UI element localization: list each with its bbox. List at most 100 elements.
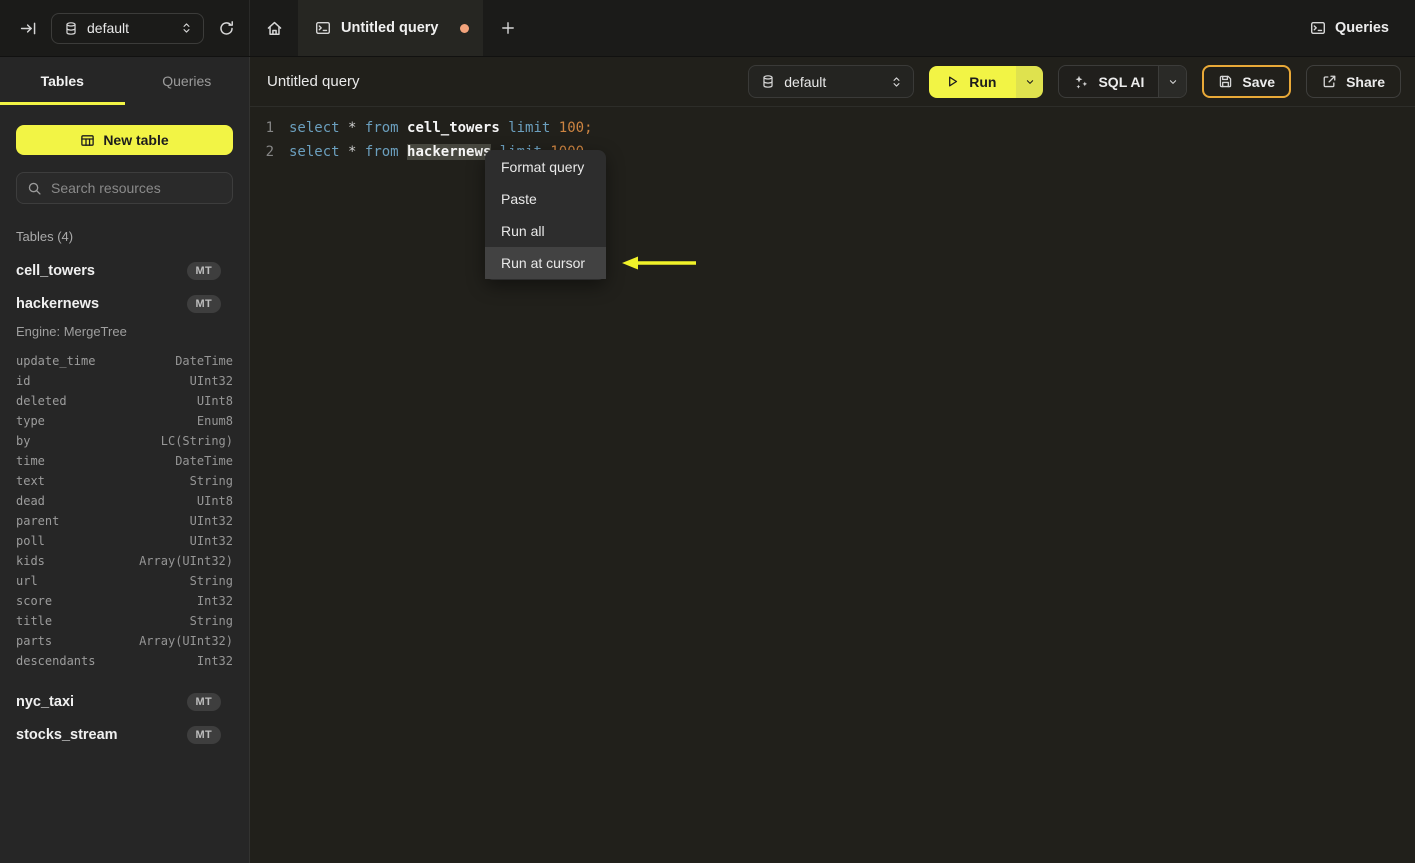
queries-button[interactable]: Queries xyxy=(1310,0,1415,56)
save-icon xyxy=(1218,74,1233,89)
table-grid-icon xyxy=(80,133,95,148)
run-button[interactable]: Run xyxy=(929,65,1017,98)
column-list: update_time DateTime id UInt32 deleted U… xyxy=(16,351,233,671)
line-number: 1 xyxy=(265,120,274,136)
share-icon xyxy=(1322,74,1337,89)
home-icon xyxy=(266,20,283,37)
plus-icon xyxy=(500,20,516,36)
engine-detail: Engine: MergeTree xyxy=(16,324,127,339)
column-type: Array(UInt32) xyxy=(139,634,233,648)
table-row-hackernews[interactable]: hackernews MT xyxy=(16,287,233,320)
context-menu-item-label: Format query xyxy=(501,159,585,175)
column-type: Int32 xyxy=(196,594,233,608)
column-type: UInt8 xyxy=(196,394,233,408)
table-name: stocks_stream xyxy=(16,726,118,743)
run-button-label: Run xyxy=(969,73,997,90)
sql-ai-options-caret[interactable] xyxy=(1158,66,1187,97)
code-token: limit xyxy=(508,120,551,136)
column-type: UInt32 xyxy=(189,374,233,388)
column-name: id xyxy=(16,374,31,388)
chevron-down-icon xyxy=(1024,76,1036,88)
context-menu-item-label: Run at cursor xyxy=(501,255,586,271)
code-token: 100; xyxy=(558,120,593,136)
collapse-sidebar-icon[interactable] xyxy=(20,20,37,37)
sql-editor[interactable]: 1 select * from cell_towers limit 100; 2… xyxy=(250,107,1415,164)
column-type: String xyxy=(189,614,233,628)
column-row: deleted UInt8 xyxy=(16,391,233,411)
column-name: dead xyxy=(16,494,45,508)
column-row: title String xyxy=(16,611,233,631)
sql-ai-button[interactable]: SQL AI xyxy=(1059,66,1158,97)
context-menu-item[interactable]: Format query xyxy=(485,151,606,183)
context-menu-item-label: Run all xyxy=(501,223,545,239)
search-icon xyxy=(27,181,42,196)
column-name: title xyxy=(16,614,53,628)
column-row: descendants Int32 xyxy=(16,651,233,671)
column-name: update_time xyxy=(16,354,96,368)
code-token: from xyxy=(364,144,399,160)
column-name: time xyxy=(16,454,45,468)
database-icon xyxy=(761,74,775,89)
engine-badge: MT xyxy=(186,692,221,711)
code-text: select * from cell_towers limit 100; xyxy=(274,116,593,140)
column-name: by xyxy=(16,434,31,448)
column-type: UInt32 xyxy=(189,534,233,548)
column-row: id UInt32 xyxy=(16,371,233,391)
sidebar-tab-queries[interactable]: Queries xyxy=(125,57,250,105)
engine-badge: MT xyxy=(186,261,221,280)
line-number: 2 xyxy=(265,144,274,160)
sidebar-body: New table Tables (4) cell_towers MT hack… xyxy=(0,105,249,751)
column-name: text xyxy=(16,474,45,488)
editor-header: Untitled query default Run SQL AI Save S… xyxy=(250,57,1415,107)
code-token: select xyxy=(289,144,340,160)
refresh-icon[interactable] xyxy=(218,20,235,37)
tab-untitled-query[interactable]: Untitled query xyxy=(298,0,484,56)
sparkles-icon xyxy=(1073,74,1089,90)
context-menu-item[interactable]: Run at cursor xyxy=(485,247,606,279)
terminal-icon xyxy=(315,20,331,36)
new-tab-button[interactable] xyxy=(484,0,531,56)
code-token: hackernews xyxy=(407,144,492,160)
sidebar-tab-queries-label: Queries xyxy=(162,73,212,89)
table-name: cell_towers xyxy=(16,262,95,279)
tab-strip: Untitled query xyxy=(250,0,1310,56)
new-table-button[interactable]: New table xyxy=(16,125,233,155)
column-row: poll UInt32 xyxy=(16,531,233,551)
editor-database-selector-value: default xyxy=(784,73,827,90)
column-name: type xyxy=(16,414,45,428)
table-row-stocks-stream[interactable]: stocks_stream MT xyxy=(16,718,233,751)
search-input[interactable] xyxy=(51,180,222,196)
share-button[interactable]: Share xyxy=(1306,65,1401,98)
column-name: url xyxy=(16,574,38,588)
column-name: kids xyxy=(16,554,45,568)
database-selector-value: default xyxy=(87,20,130,36)
database-selector[interactable]: default xyxy=(51,12,204,44)
code-token: cell_towers xyxy=(407,120,500,136)
context-menu-item[interactable]: Paste xyxy=(485,183,606,215)
table-row-nyc-taxi[interactable]: nyc_taxi MT xyxy=(16,685,233,718)
topbar-left: default xyxy=(0,0,250,56)
code-token: from xyxy=(364,120,399,136)
column-row: url String xyxy=(16,571,233,591)
sidebar-tab-tables[interactable]: Tables xyxy=(0,57,125,105)
save-button[interactable]: Save xyxy=(1202,65,1292,98)
run-button-group: Run xyxy=(929,65,1044,98)
home-tab[interactable] xyxy=(250,0,298,56)
editor-database-selector[interactable]: default xyxy=(748,65,915,98)
column-type: String xyxy=(189,474,233,488)
query-title: Untitled query xyxy=(267,73,360,90)
run-options-caret[interactable] xyxy=(1016,65,1044,98)
column-name: parts xyxy=(16,634,53,648)
column-type: Int32 xyxy=(196,654,233,668)
terminal-icon xyxy=(1310,20,1326,36)
context-menu-item[interactable]: Run all xyxy=(485,215,606,247)
column-name: poll xyxy=(16,534,45,548)
chevron-updown-icon xyxy=(890,75,903,89)
table-row-cell-towers[interactable]: cell_towers MT xyxy=(16,254,233,287)
column-row: update_time DateTime xyxy=(16,351,233,371)
save-button-label: Save xyxy=(1242,73,1276,90)
